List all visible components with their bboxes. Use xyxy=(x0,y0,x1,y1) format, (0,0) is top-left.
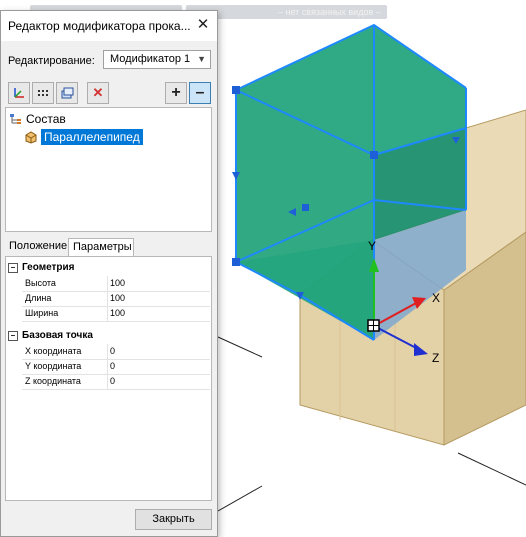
property-key: Ширина xyxy=(25,308,59,318)
property-value[interactable]: 0 xyxy=(110,361,115,371)
property-grid: – Геометрия Высота 100 Длина 100 Ширина … xyxy=(5,256,212,501)
property-key: X координата xyxy=(25,346,82,356)
grid-tool-button[interactable] xyxy=(32,82,54,104)
modifier-editor-dialog: Редактор модификатора прока... ✕ Редакти… xyxy=(0,10,218,537)
add-button[interactable]: + xyxy=(165,82,187,104)
property-value[interactable]: 0 xyxy=(110,346,115,356)
box-icon xyxy=(25,131,37,144)
property-key: Z координата xyxy=(25,376,81,386)
modifier-select[interactable]: Модификатор 1 ▼ xyxy=(103,50,211,69)
property-key: Y координата xyxy=(25,361,82,371)
construction-line xyxy=(217,485,263,512)
group-geometry[interactable]: – Геометрия xyxy=(8,260,75,275)
property-key: Длина xyxy=(25,293,52,303)
axis-y-label: Y xyxy=(368,239,376,253)
tree-root-label: Состав xyxy=(26,112,66,126)
tab-parameters[interactable]: Параметры xyxy=(68,238,134,256)
layers-icon xyxy=(61,87,74,99)
collapse-icon[interactable]: – xyxy=(8,330,18,341)
group-base-point-label: Базовая точка xyxy=(22,330,93,341)
dialog-title: Редактор модификатора прока... xyxy=(8,19,191,33)
property-row[interactable]: Y координата 0 xyxy=(22,359,210,375)
top-chip-linked-views[interactable]: – нет связанных видов – xyxy=(272,5,387,19)
axes-tool-button[interactable] xyxy=(8,82,30,104)
property-row[interactable]: X координата 0 xyxy=(22,344,210,360)
selected-parallelepiped[interactable] xyxy=(232,23,467,341)
tree-root[interactable]: Состав xyxy=(9,112,66,126)
group-base-point[interactable]: – Базовая точка xyxy=(8,328,93,343)
property-value[interactable]: 100 xyxy=(110,308,125,318)
minus-icon: – xyxy=(195,84,205,101)
construction-line xyxy=(457,452,526,486)
chevron-down-icon: ▼ xyxy=(197,54,206,64)
delete-tool-button[interactable]: ✕ xyxy=(87,82,109,104)
grid-icon xyxy=(38,90,48,96)
tree-item-label: Параллелепипед xyxy=(41,129,143,145)
property-value[interactable]: 0 xyxy=(110,376,115,386)
axis-x-label: X xyxy=(432,291,440,305)
property-row[interactable]: Длина 100 xyxy=(22,291,210,307)
property-key: Высота xyxy=(25,278,56,288)
axes-icon xyxy=(14,88,24,98)
construction-line xyxy=(217,336,263,358)
property-value[interactable]: 100 xyxy=(110,293,125,303)
close-icon[interactable]: ✕ xyxy=(195,16,211,34)
property-value[interactable]: 100 xyxy=(110,278,125,288)
modifier-select-value: Модификатор 1 xyxy=(110,53,191,65)
remove-button[interactable]: – xyxy=(189,82,211,104)
delete-icon: ✕ xyxy=(92,85,104,100)
group-geometry-label: Геометрия xyxy=(22,262,75,273)
tab-position[interactable]: Положение xyxy=(5,238,67,256)
tree-structure-icon xyxy=(10,114,21,124)
axis-z-label: Z xyxy=(432,351,439,365)
close-button[interactable]: Закрыть xyxy=(135,509,212,530)
tree-item-parallelepiped[interactable]: Параллелепипед xyxy=(24,129,143,145)
plus-icon: + xyxy=(171,84,181,101)
composition-tree[interactable]: Состав Параллелепипед xyxy=(5,107,212,232)
edit-label: Редактирование: xyxy=(8,55,95,67)
property-row[interactable]: Высота 100 xyxy=(22,276,210,292)
dialog-titlebar[interactable]: Редактор модификатора прока... ✕ xyxy=(1,11,217,41)
property-row[interactable]: Z координата 0 xyxy=(22,374,210,390)
property-row[interactable]: Ширина 100 xyxy=(22,306,210,322)
layers-tool-button[interactable] xyxy=(56,82,78,104)
collapse-icon[interactable]: – xyxy=(8,262,18,273)
